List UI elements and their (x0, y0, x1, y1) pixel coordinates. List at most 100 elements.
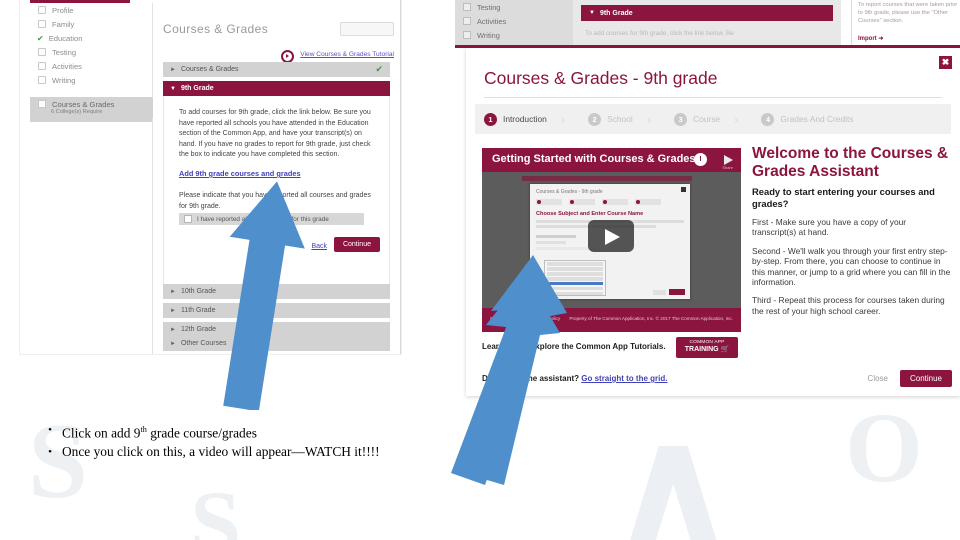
assistant-heading: Welcome to the Courses & Grades Assistan… (752, 145, 949, 180)
caption-bullet-2-text: Once you click on this, a video will app… (62, 444, 380, 460)
step-number: 2 (588, 112, 602, 126)
step-1-introduction[interactable]: 1 Introduction (475, 112, 547, 126)
modal-close-button[interactable]: Close (868, 374, 888, 383)
checkbox-icon (184, 215, 192, 223)
step-number: 4 (761, 112, 775, 126)
side-note-text: To report courses that were taken prior … (858, 2, 958, 24)
inner-steps (536, 199, 661, 205)
chevron-right-icon: ► (170, 307, 176, 314)
step-3-course[interactable]: 3 Course (665, 112, 721, 126)
divider (484, 97, 942, 98)
step-number: 3 (674, 112, 688, 126)
common-app-training-badge[interactable]: COMMON APP TRAINING 🛒 (676, 337, 738, 358)
sidebar-item-label: Testing (477, 2, 501, 12)
clock-icon (694, 153, 707, 166)
sidebar-item-profile[interactable]: Profile (30, 3, 152, 17)
checkbox-icon (38, 20, 46, 28)
right-main-content: ▼ 9th Grade To add courses for 9th grade… (573, 0, 841, 48)
checkbox-icon (38, 100, 46, 108)
sidebar-item-label: Education (48, 33, 83, 43)
assistant-para-1: First - Make sure you have a copy of you… (752, 217, 907, 238)
watermark-letter-s2: S (190, 472, 242, 540)
cart-icon: 🛒 (720, 346, 730, 353)
sidebar-item-writing[interactable]: Writing (30, 73, 152, 87)
sidebar-item-label: Writing (52, 75, 76, 85)
import-label: Import (858, 36, 877, 42)
sidebar-item-label: Activities (477, 16, 507, 26)
sidebar-item-activities[interactable]: Activities (30, 59, 152, 73)
sidebar-item-family[interactable]: Family (30, 17, 152, 31)
arrow-right-icon: ➜ (878, 36, 884, 42)
footer-right-text: Property of The Common Application, Inc.… (569, 316, 733, 321)
sidebar-item-education[interactable]: ✔ Education (30, 31, 152, 45)
share-icon[interactable] (724, 155, 733, 165)
sidebar-item-writing[interactable]: Writing (455, 28, 573, 42)
add-9th-grade-courses-link[interactable]: Add 9th grade courses and grades (179, 169, 301, 178)
accordion-label: 11th Grade (180, 307, 216, 314)
video-title: Getting Started with Courses & Grades (492, 153, 696, 165)
inner-back-button (653, 290, 666, 295)
left-sidebar: Profile Family ✔ Education Testing Activ… (30, 3, 161, 354)
accordion-label: 9th Grade (180, 85, 214, 92)
panel-paragraph: To add courses for 9th grade, click the … (585, 30, 734, 37)
bullet-icon: • (48, 424, 52, 436)
share-label: Share (722, 165, 733, 170)
tutorial-link[interactable]: View Courses & Grades Tutorial (300, 51, 394, 58)
play-icon[interactable] (588, 220, 634, 252)
chevron-right-icon: › (734, 111, 739, 127)
assistant-subheading: Ready to start entering your courses and… (752, 186, 935, 209)
continue-button[interactable]: Continue (333, 237, 380, 252)
check-icon: ✔ (375, 64, 383, 74)
checkbox-icon (38, 62, 46, 70)
sidebar-item-activities[interactable]: Activities (455, 14, 573, 28)
page-title: Courses & Grades (163, 22, 269, 36)
close-icon[interactable]: ✖ (939, 56, 952, 69)
import-link[interactable]: Import ➜ (858, 35, 883, 42)
step-2-school[interactable]: 2 School (579, 112, 633, 126)
checkbox-icon (38, 6, 46, 14)
modal-title: Courses & Grades - 9th grade (484, 68, 718, 88)
caption-text-post: grade course/grades (146, 425, 257, 441)
sidebar-item-testing[interactable]: Testing (30, 45, 152, 59)
assistant-para-3: Third - Repeat this process for courses … (752, 295, 945, 316)
step-label: Course (693, 114, 721, 124)
step-label: Grades And Credits (780, 114, 854, 124)
chevron-right-icon: ► (170, 340, 176, 347)
right-sidebar: Testing Activities Writing (455, 0, 573, 48)
step-4-grades-and-credits[interactable]: 4 Grades And Credits (752, 112, 854, 126)
go-to-grid-link[interactable]: Go straight to the grid. (581, 374, 667, 383)
accordion-9th-grade[interactable]: ▼ 9th Grade (581, 5, 833, 21)
checkbox-icon (38, 76, 46, 84)
sidebar-item-label: Family (52, 19, 75, 29)
sidebar-item-sublabel: 6 College(s) Require (51, 109, 103, 115)
inner-continue-button (669, 289, 685, 295)
sidebar-item-label: Activities (52, 61, 82, 71)
preview-button[interactable] (340, 22, 394, 36)
sidebar-item-testing[interactable]: Testing (455, 0, 573, 14)
slide-canvas: ∧ S S O Profile Family ✔ Education Testi… (0, 0, 960, 540)
caption-bullet-2: • Once you click on this, a video will a… (38, 442, 508, 462)
modal-continue-button[interactable]: Continue (899, 370, 952, 387)
accordion-9th-grade[interactable]: ▼ 9th Grade (163, 81, 390, 96)
watermark-letter-o: O (845, 392, 923, 503)
annotation-arrow-left (223, 181, 305, 410)
checkbox-icon (38, 48, 46, 56)
right-side-note-panel: To report courses that were taken prior … (851, 0, 960, 48)
checkbox-icon (463, 31, 471, 39)
accordion-label: 10th Grade (180, 288, 216, 295)
left-browser-screenshot: Profile Family ✔ Education Testing Activ… (20, 0, 401, 354)
sidebar-item-courses-and-grades[interactable]: Courses & Grades 6 College(s) Require (30, 97, 161, 122)
video-screenshot-tabs (522, 176, 692, 181)
step-label: School (607, 114, 633, 124)
accordion-label: 9th Grade (599, 9, 633, 17)
checkbox-icon (463, 17, 471, 25)
check-icon: ✔ (37, 33, 44, 43)
video-header: Getting Started with Courses & Grades Sh… (482, 148, 741, 172)
chevron-right-icon: › (646, 111, 652, 127)
inner-field-label (536, 235, 576, 238)
accordion-courses-and-grades[interactable]: ► Courses & Grades ✔ (163, 62, 390, 77)
inner-heading: Choose Subject and Enter Course Name (536, 211, 644, 217)
inner-dialog-title: Courses & Grades - 9th grade (536, 189, 603, 195)
caption-bullet-1-text: Click on add 9th grade course/grades (62, 420, 257, 442)
panel-paragraph: To add courses for 9th grade, click the … (179, 109, 371, 159)
